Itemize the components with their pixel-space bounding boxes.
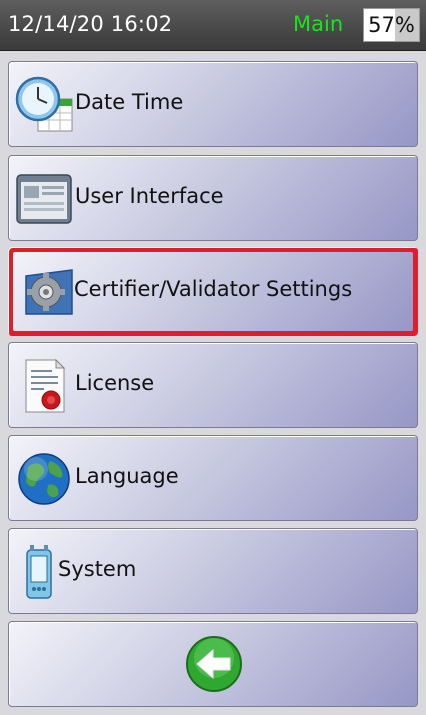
status-bar: 12/14/20 16:02 Main 57%	[0, 0, 426, 51]
globe-icon	[18, 453, 70, 505]
calendar-clock-icon	[15, 76, 73, 132]
user-interface-label: User Interface	[75, 184, 224, 208]
language-button[interactable]: Language	[8, 435, 418, 521]
certificate-icon	[25, 358, 66, 413]
license-button[interactable]: License	[8, 342, 418, 428]
status-datetime: 12/14/20 16:02	[8, 12, 173, 36]
certifier-validator-settings-button[interactable]: Certifier/Validator Settings	[8, 247, 418, 336]
selected-button-face: Certifier/Validator Settings	[13, 252, 413, 331]
date-time-label: Date Time	[75, 90, 184, 114]
battery-label: 57%	[368, 13, 415, 37]
status-mode: Main	[293, 12, 344, 36]
language-label: Language	[75, 464, 179, 488]
window-icon	[16, 174, 72, 224]
gear-settings-icon	[25, 269, 73, 315]
battery-indicator: 57%	[363, 8, 420, 42]
date-time-button[interactable]: Date Time	[8, 61, 418, 147]
user-interface-button[interactable]: User Interface	[8, 155, 418, 241]
back-arrow-icon	[186, 636, 242, 692]
system-button[interactable]: System	[8, 528, 418, 614]
system-label: System	[58, 557, 137, 581]
license-label: License	[75, 371, 155, 395]
certifier-validator-settings-label: Certifier/Validator Settings	[74, 277, 353, 301]
back-button[interactable]	[8, 621, 418, 707]
